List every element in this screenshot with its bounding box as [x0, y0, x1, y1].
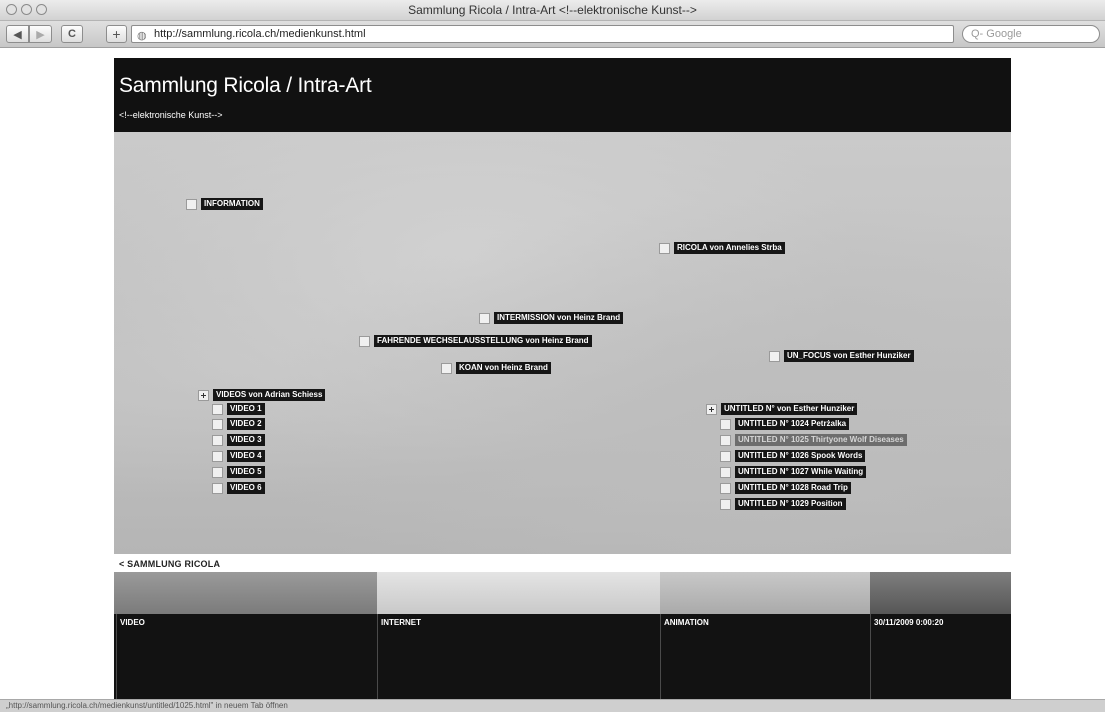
checkbox-icon	[769, 350, 780, 362]
checkbox-icon	[212, 482, 223, 494]
checkbox-icon	[186, 198, 197, 210]
node-video-4[interactable]: VIDEO 4	[212, 450, 265, 462]
node-video-1[interactable]: VIDEO 1	[212, 403, 265, 415]
checkbox-icon	[212, 403, 223, 415]
address-bar[interactable]: ◍ http://sammlung.ricola.ch/medienkunst.…	[131, 25, 954, 43]
node-untitled[interactable]: UNTITLED N° von Esther Hunziker	[706, 403, 858, 415]
browser-toolbar: ◀ ▶ C + ◍ http://sammlung.ricola.ch/medi…	[0, 21, 1105, 48]
checkbox-icon	[359, 335, 370, 347]
checkbox-icon	[720, 498, 731, 510]
artwork-map: INFORMATION RICOLA von Annelies Strba IN…	[114, 132, 1011, 554]
footer-timestamp: 30/11/2009 0:00:20	[870, 614, 1011, 699]
page-subtitle: <!--elektronische Kunst-->	[119, 110, 223, 120]
checkbox-icon	[212, 434, 223, 446]
checkbox-icon	[441, 362, 452, 374]
footer-animation[interactable]: ANIMATION	[660, 614, 871, 699]
footer-video[interactable]: VIDEO	[116, 614, 378, 699]
url-text: http://sammlung.ricola.ch/medienkunst.ht…	[154, 28, 366, 40]
window-titlebar: Sammlung Ricola / Intra-Art <!--elektron…	[0, 0, 1105, 21]
checkbox-icon	[720, 418, 731, 430]
node-videos[interactable]: VIDEOS von Adrian Schiess	[198, 389, 326, 401]
expand-icon	[706, 403, 717, 415]
checkbox-icon	[212, 466, 223, 478]
footer-internet[interactable]: INTERNET	[377, 614, 661, 699]
node-untitled-1026[interactable]: UNTITLED N° 1026 Spook Words	[720, 450, 866, 462]
search-input[interactable]: Q- Google	[962, 25, 1100, 43]
category-preview-strip	[114, 572, 1011, 614]
page-title: Sammlung Ricola / Intra-Art	[119, 74, 372, 97]
back-button[interactable]: ◀	[6, 25, 29, 43]
animation-preview[interactable]	[660, 572, 870, 614]
time-preview	[870, 572, 1011, 614]
node-untitled-1024[interactable]: UNTITLED N° 1024 Petrżalka	[720, 418, 850, 430]
checkbox-icon	[720, 466, 731, 478]
forward-button[interactable]: ▶	[29, 25, 52, 43]
add-bookmark-button[interactable]: +	[106, 25, 127, 43]
node-ricola[interactable]: RICOLA von Annelies Strba	[659, 242, 785, 254]
node-fahrende-wechselausstellung[interactable]: FAHRENDE WECHSELAUSSTELLUNG von Heinz Br…	[359, 335, 592, 347]
node-untitled-1028[interactable]: UNTITLED N° 1028 Road Trip	[720, 482, 851, 494]
node-koan[interactable]: KOAN von Heinz Brand	[441, 362, 551, 374]
checkbox-icon	[212, 450, 223, 462]
checkbox-icon	[720, 450, 731, 462]
page-header: Sammlung Ricola / Intra-Art <!--elektron…	[114, 58, 1011, 132]
browser-status-bar: „http://sammlung.ricola.ch/medienkunst/u…	[0, 699, 1105, 712]
node-information[interactable]: INFORMATION	[186, 198, 263, 210]
status-text: „http://sammlung.ricola.ch/medienkunst/u…	[6, 701, 288, 710]
expand-icon	[198, 389, 209, 401]
node-video-2[interactable]: VIDEO 2	[212, 418, 265, 430]
internet-preview[interactable]	[377, 572, 660, 614]
checkbox-icon	[720, 434, 731, 446]
node-untitled-1025[interactable]: UNTITLED N° 1025 Thirtyone Wolf Diseases	[720, 434, 907, 446]
node-un-focus[interactable]: UN_FOCUS von Esther Hunziker	[769, 350, 914, 362]
category-footer: VIDEO INTERNET ANIMATION 30/11/2009 0:00…	[114, 614, 1011, 699]
node-video-5[interactable]: VIDEO 5	[212, 466, 265, 478]
reload-button[interactable]: C	[61, 25, 83, 43]
checkbox-icon	[659, 242, 670, 254]
checkbox-icon	[720, 482, 731, 494]
video-preview[interactable]	[114, 572, 377, 614]
node-untitled-1029[interactable]: UNTITLED N° 1029 Position	[720, 498, 846, 510]
window-title: Sammlung Ricola / Intra-Art <!--elektron…	[408, 3, 697, 17]
node-video-6[interactable]: VIDEO 6	[212, 482, 265, 494]
node-untitled-1027[interactable]: UNTITLED N° 1027 While Waiting	[720, 466, 867, 478]
globe-icon: ◍	[137, 30, 147, 42]
node-intermission[interactable]: INTERMISSION von Heinz Brand	[479, 312, 624, 324]
node-video-3[interactable]: VIDEO 3	[212, 434, 265, 446]
back-to-sammlung-link[interactable]: < SAMMLUNG RICOLA	[119, 559, 220, 569]
checkbox-icon	[212, 418, 223, 430]
checkbox-icon	[479, 312, 490, 324]
